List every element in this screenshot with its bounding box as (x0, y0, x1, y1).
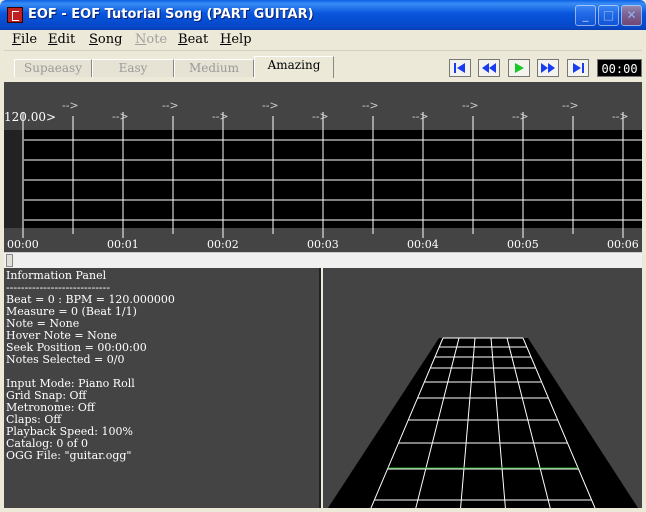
maximize-button[interactable]: □ (598, 5, 619, 26)
menu-note[interactable]: Note (135, 32, 167, 47)
3d-preview-panel (323, 268, 642, 509)
menu-help-mnemonic: H (220, 32, 232, 47)
beat-arrow: --> (62, 99, 79, 112)
fast-forward-button[interactable] (537, 59, 559, 77)
beat-arrow: --> (312, 110, 329, 123)
beat-arrow: --> (612, 110, 629, 123)
bpm-marker[interactable]: 120.00> (4, 110, 56, 124)
menu-file-mnemonic: F (12, 32, 22, 47)
toolbar: Supaeasy Easy Medium Amazing 00:00 (4, 51, 642, 81)
menu-beat-label: eat (187, 32, 209, 47)
menu-bar: File Edit Song Note Beat Help (4, 30, 642, 51)
time-label: 00:01 (107, 238, 139, 251)
information-panel: Information Panel ----------------------… (4, 268, 321, 508)
menu-note-label: ote (146, 32, 168, 47)
highway-surface (328, 338, 638, 508)
rewind-icon (482, 63, 496, 73)
time-label: 00:04 (407, 238, 439, 251)
tab-easy[interactable]: Easy (92, 59, 174, 77)
play-icon (515, 63, 524, 73)
piano-roll-editor[interactable]: --> --> --> --> --> --> --> --> --> --> --> --> 00:0… (4, 82, 642, 252)
menu-song-label: ong (97, 32, 123, 47)
beat-arrow: --> (412, 110, 429, 123)
skip-to-end-icon (573, 63, 584, 73)
time-display: 00:00 (597, 59, 642, 77)
menu-edit[interactable]: Edit (48, 32, 75, 47)
beat-arrow: --> (362, 99, 379, 112)
tab-supaeasy[interactable]: Supaeasy (14, 59, 92, 77)
menu-edit-label: dit (57, 32, 76, 47)
timeline-scrollbar[interactable] (4, 252, 642, 269)
menu-beat[interactable]: Beat (178, 32, 208, 47)
beat-arrow: --> (262, 99, 279, 112)
menu-note-mnemonic: N (135, 32, 147, 47)
time-label: 00:05 (507, 238, 539, 251)
time-label: 00:03 (307, 238, 339, 251)
time-label: 00:06 (607, 238, 639, 251)
fretboard-highway (328, 337, 638, 509)
app-icon[interactable] (7, 7, 23, 23)
time-label: 00:00 (7, 238, 39, 251)
skip-to-start-icon (454, 63, 465, 73)
skip-to-end-button[interactable] (567, 59, 589, 77)
menu-edit-mnemonic: E (48, 32, 58, 47)
menu-beat-mnemonic: B (178, 32, 188, 47)
menu-file-label: ile (21, 32, 38, 47)
fast-forward-icon (541, 63, 555, 73)
beat-arrow: --> (162, 99, 179, 112)
menu-help-label: elp (231, 32, 252, 47)
beat-arrow: --> (112, 110, 129, 123)
piano-roll-canvas[interactable]: --> --> --> --> --> --> --> --> --> --> --> --> 00:0… (4, 82, 642, 252)
beat-arrow: --> (512, 110, 529, 123)
skip-to-start-button[interactable] (449, 59, 471, 77)
tab-medium[interactable]: Medium (174, 59, 254, 77)
track-left-edge (4, 130, 24, 228)
rewind-button[interactable] (478, 59, 500, 77)
info-ogg-file: OGG File: "guitar.ogg" (6, 449, 132, 462)
tab-amazing[interactable]: Amazing (254, 56, 334, 78)
menu-help[interactable]: Help (220, 32, 252, 47)
beat-arrow: --> (462, 99, 479, 112)
title-bar[interactable]: EOF - EOF Tutorial Song (PART GUITAR) _ … (0, 0, 646, 30)
time-label: 00:02 (207, 238, 239, 251)
close-button[interactable]: ✕ (621, 5, 642, 26)
play-button[interactable] (508, 59, 530, 77)
beat-arrow: --> (212, 110, 229, 123)
minimize-button[interactable]: _ (575, 5, 596, 26)
scrollbar-thumb[interactable] (6, 254, 13, 267)
menu-file[interactable]: File (12, 32, 37, 47)
menu-song[interactable]: Song (89, 32, 122, 47)
menu-song-mnemonic: S (89, 32, 98, 47)
window-title: EOF - EOF Tutorial Song (PART GUITAR) (28, 7, 314, 22)
info-notes-selected: Notes Selected = 0/0 (6, 353, 125, 366)
beat-arrow: --> (562, 99, 579, 112)
